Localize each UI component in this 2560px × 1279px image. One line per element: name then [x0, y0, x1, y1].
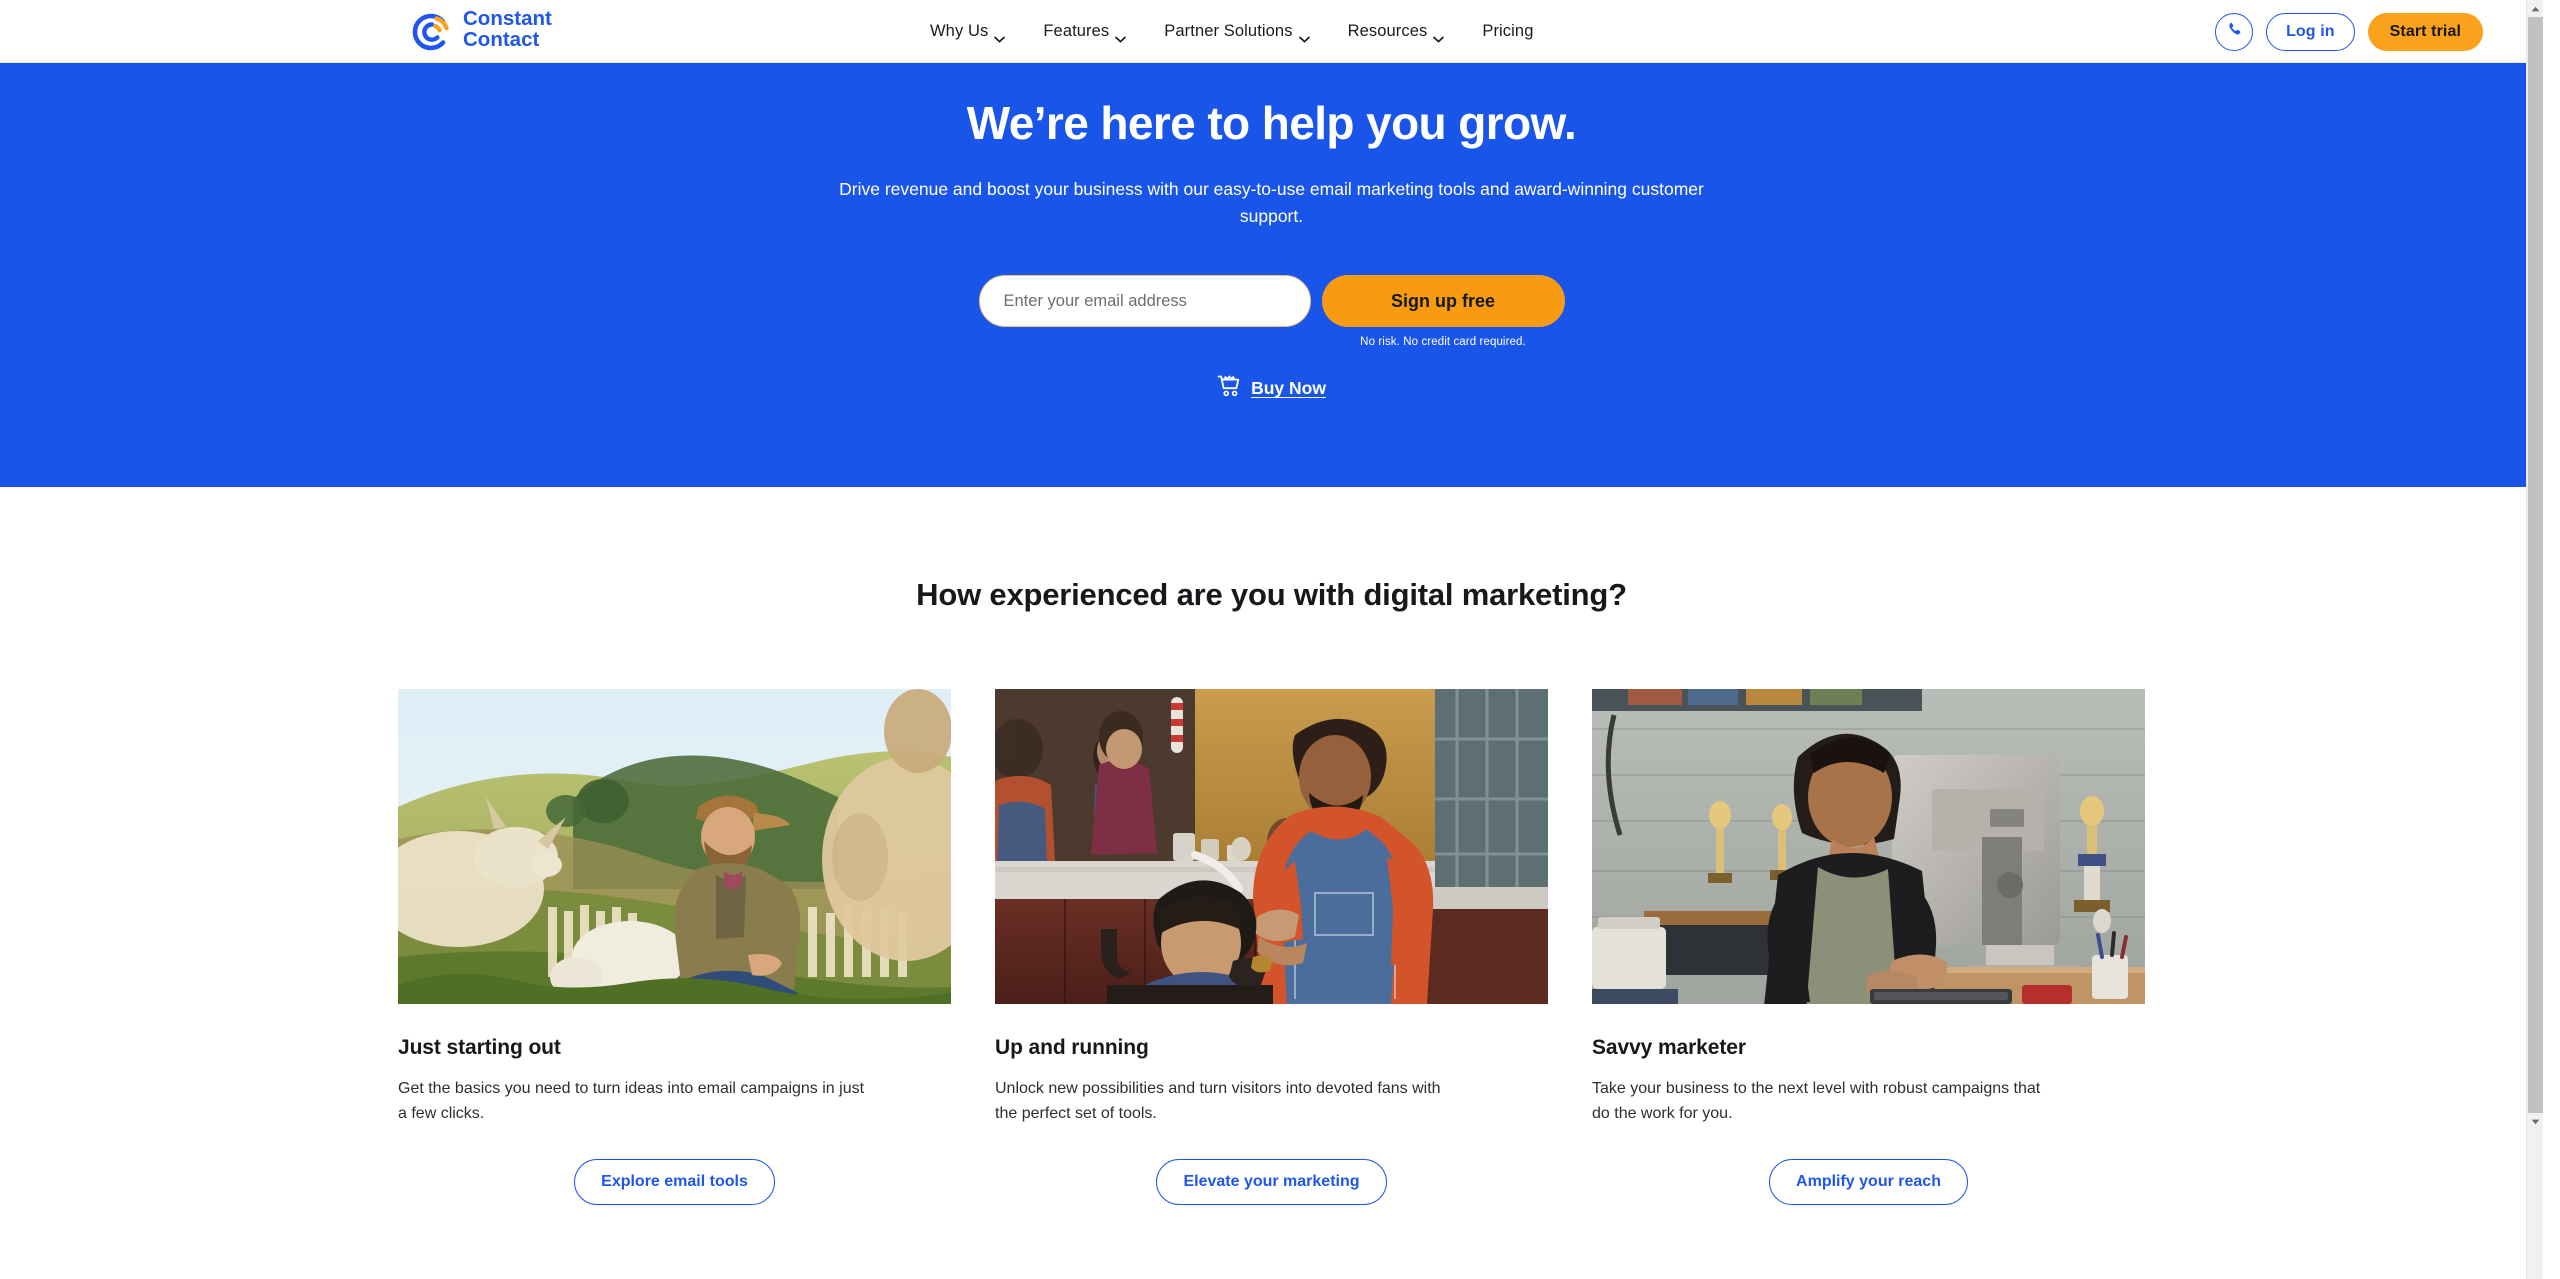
card-image-savvy-marketer [1592, 689, 2145, 1004]
card-image-up-and-running [995, 689, 1548, 1004]
card-title: Up and running [995, 1036, 1149, 1059]
chevron-down-icon [1433, 29, 1445, 43]
phone-contact-button[interactable] [2215, 12, 2254, 51]
hero-subtitle: Drive revenue and boost your business wi… [839, 178, 1704, 227]
signup-button-group: Sign up free No risk. No credit card req… [1321, 275, 1565, 349]
chevron-down-icon [1298, 29, 1310, 43]
experience-card: Just starting out Get the basics you nee… [398, 689, 951, 1205]
experience-cards: Just starting out Get the basics you nee… [0, 689, 2543, 1205]
hero-title: We’re here to help you grow. [966, 97, 1577, 149]
scrollbar-thumb[interactable] [2528, 17, 2543, 1113]
card-description: Take your business to the next level wit… [1592, 1080, 2041, 1123]
start-trial-button[interactable]: Start trial [2367, 12, 2483, 51]
scroll-down-arrow-icon[interactable] [2527, 1113, 2543, 1130]
experience-card: Up and running Unlock new possibilities … [995, 689, 1548, 1205]
nav-item-label: Features [1043, 22, 1110, 40]
elevate-your-marketing-button[interactable]: Elevate your marketing [1156, 1158, 1387, 1205]
card-cta-wrapper: Amplify your reach [1592, 1158, 2145, 1205]
site-header: Constant Contact Why Us Features Partner… [0, 0, 2543, 63]
hero-signup-form: Sign up free No risk. No credit card req… [0, 275, 2543, 348]
wordmark-line-1: Constant [463, 7, 552, 30]
page-root: Constant Contact Why Us Features Partner… [0, 0, 2543, 1279]
header-actions: Log in Start trial [2215, 0, 2483, 63]
nav-item-why-us[interactable]: Why Us [930, 22, 1006, 43]
buy-now-label: Buy Now [1251, 378, 1326, 399]
card-image-just-starting-out [398, 689, 951, 1004]
constant-contact-logo[interactable]: Constant Contact [410, 6, 571, 57]
nav-item-resources[interactable]: Resources [1347, 22, 1445, 43]
card-description: Get the basics you need to turn ideas in… [398, 1080, 865, 1123]
experience-heading: How experienced are you with digital mar… [916, 577, 1627, 612]
experience-section: How experienced are you with digital mar… [0, 487, 2543, 1205]
explore-email-tools-button[interactable]: Explore email tools [574, 1158, 775, 1205]
chevron-down-icon [994, 29, 1006, 43]
nav-item-label: Partner Solutions [1164, 22, 1293, 40]
experience-card: Savvy marketer Take your business to the… [1592, 689, 2145, 1205]
constant-contact-logo-icon [410, 10, 454, 54]
vertical-scrollbar[interactable] [2526, 0, 2543, 1279]
buy-now-link[interactable]: Buy Now [0, 375, 2543, 402]
card-title: Savvy marketer [1592, 1036, 1746, 1059]
card-cta-wrapper: Explore email tools [398, 1158, 951, 1205]
nav-item-pricing[interactable]: Pricing [1482, 22, 1533, 41]
nav-item-label: Resources [1347, 22, 1428, 40]
card-cta-wrapper: Elevate your marketing [995, 1158, 1548, 1205]
nav-item-label: Pricing [1482, 22, 1534, 40]
hero-section: We’re here to help you grow. Drive reven… [0, 63, 2543, 487]
card-description: Unlock new possibilities and turn visito… [995, 1080, 1441, 1123]
amplify-your-reach-button[interactable]: Amplify your reach [1769, 1158, 1968, 1205]
scroll-up-arrow-icon[interactable] [2527, 0, 2543, 17]
phone-icon [2226, 21, 2243, 43]
wordmark-line-2: Contact [463, 28, 539, 51]
shopping-cart-icon [1217, 375, 1241, 402]
nav-item-partner-solutions[interactable]: Partner Solutions [1164, 22, 1310, 43]
login-button[interactable]: Log in [2266, 12, 2355, 51]
signup-disclaimer: No risk. No credit card required. [1360, 336, 1526, 349]
nav-item-features[interactable]: Features [1043, 22, 1127, 43]
sign-up-free-button[interactable]: Sign up free [1321, 275, 1565, 328]
constant-contact-wordmark: Constant Contact [463, 6, 571, 57]
nav-item-label: Why Us [930, 22, 989, 40]
chevron-down-icon [1115, 29, 1127, 43]
main-navigation: Why Us Features Partner Solutions Resour… [930, 0, 1533, 63]
email-input[interactable] [978, 275, 1311, 328]
card-title: Just starting out [398, 1036, 561, 1059]
